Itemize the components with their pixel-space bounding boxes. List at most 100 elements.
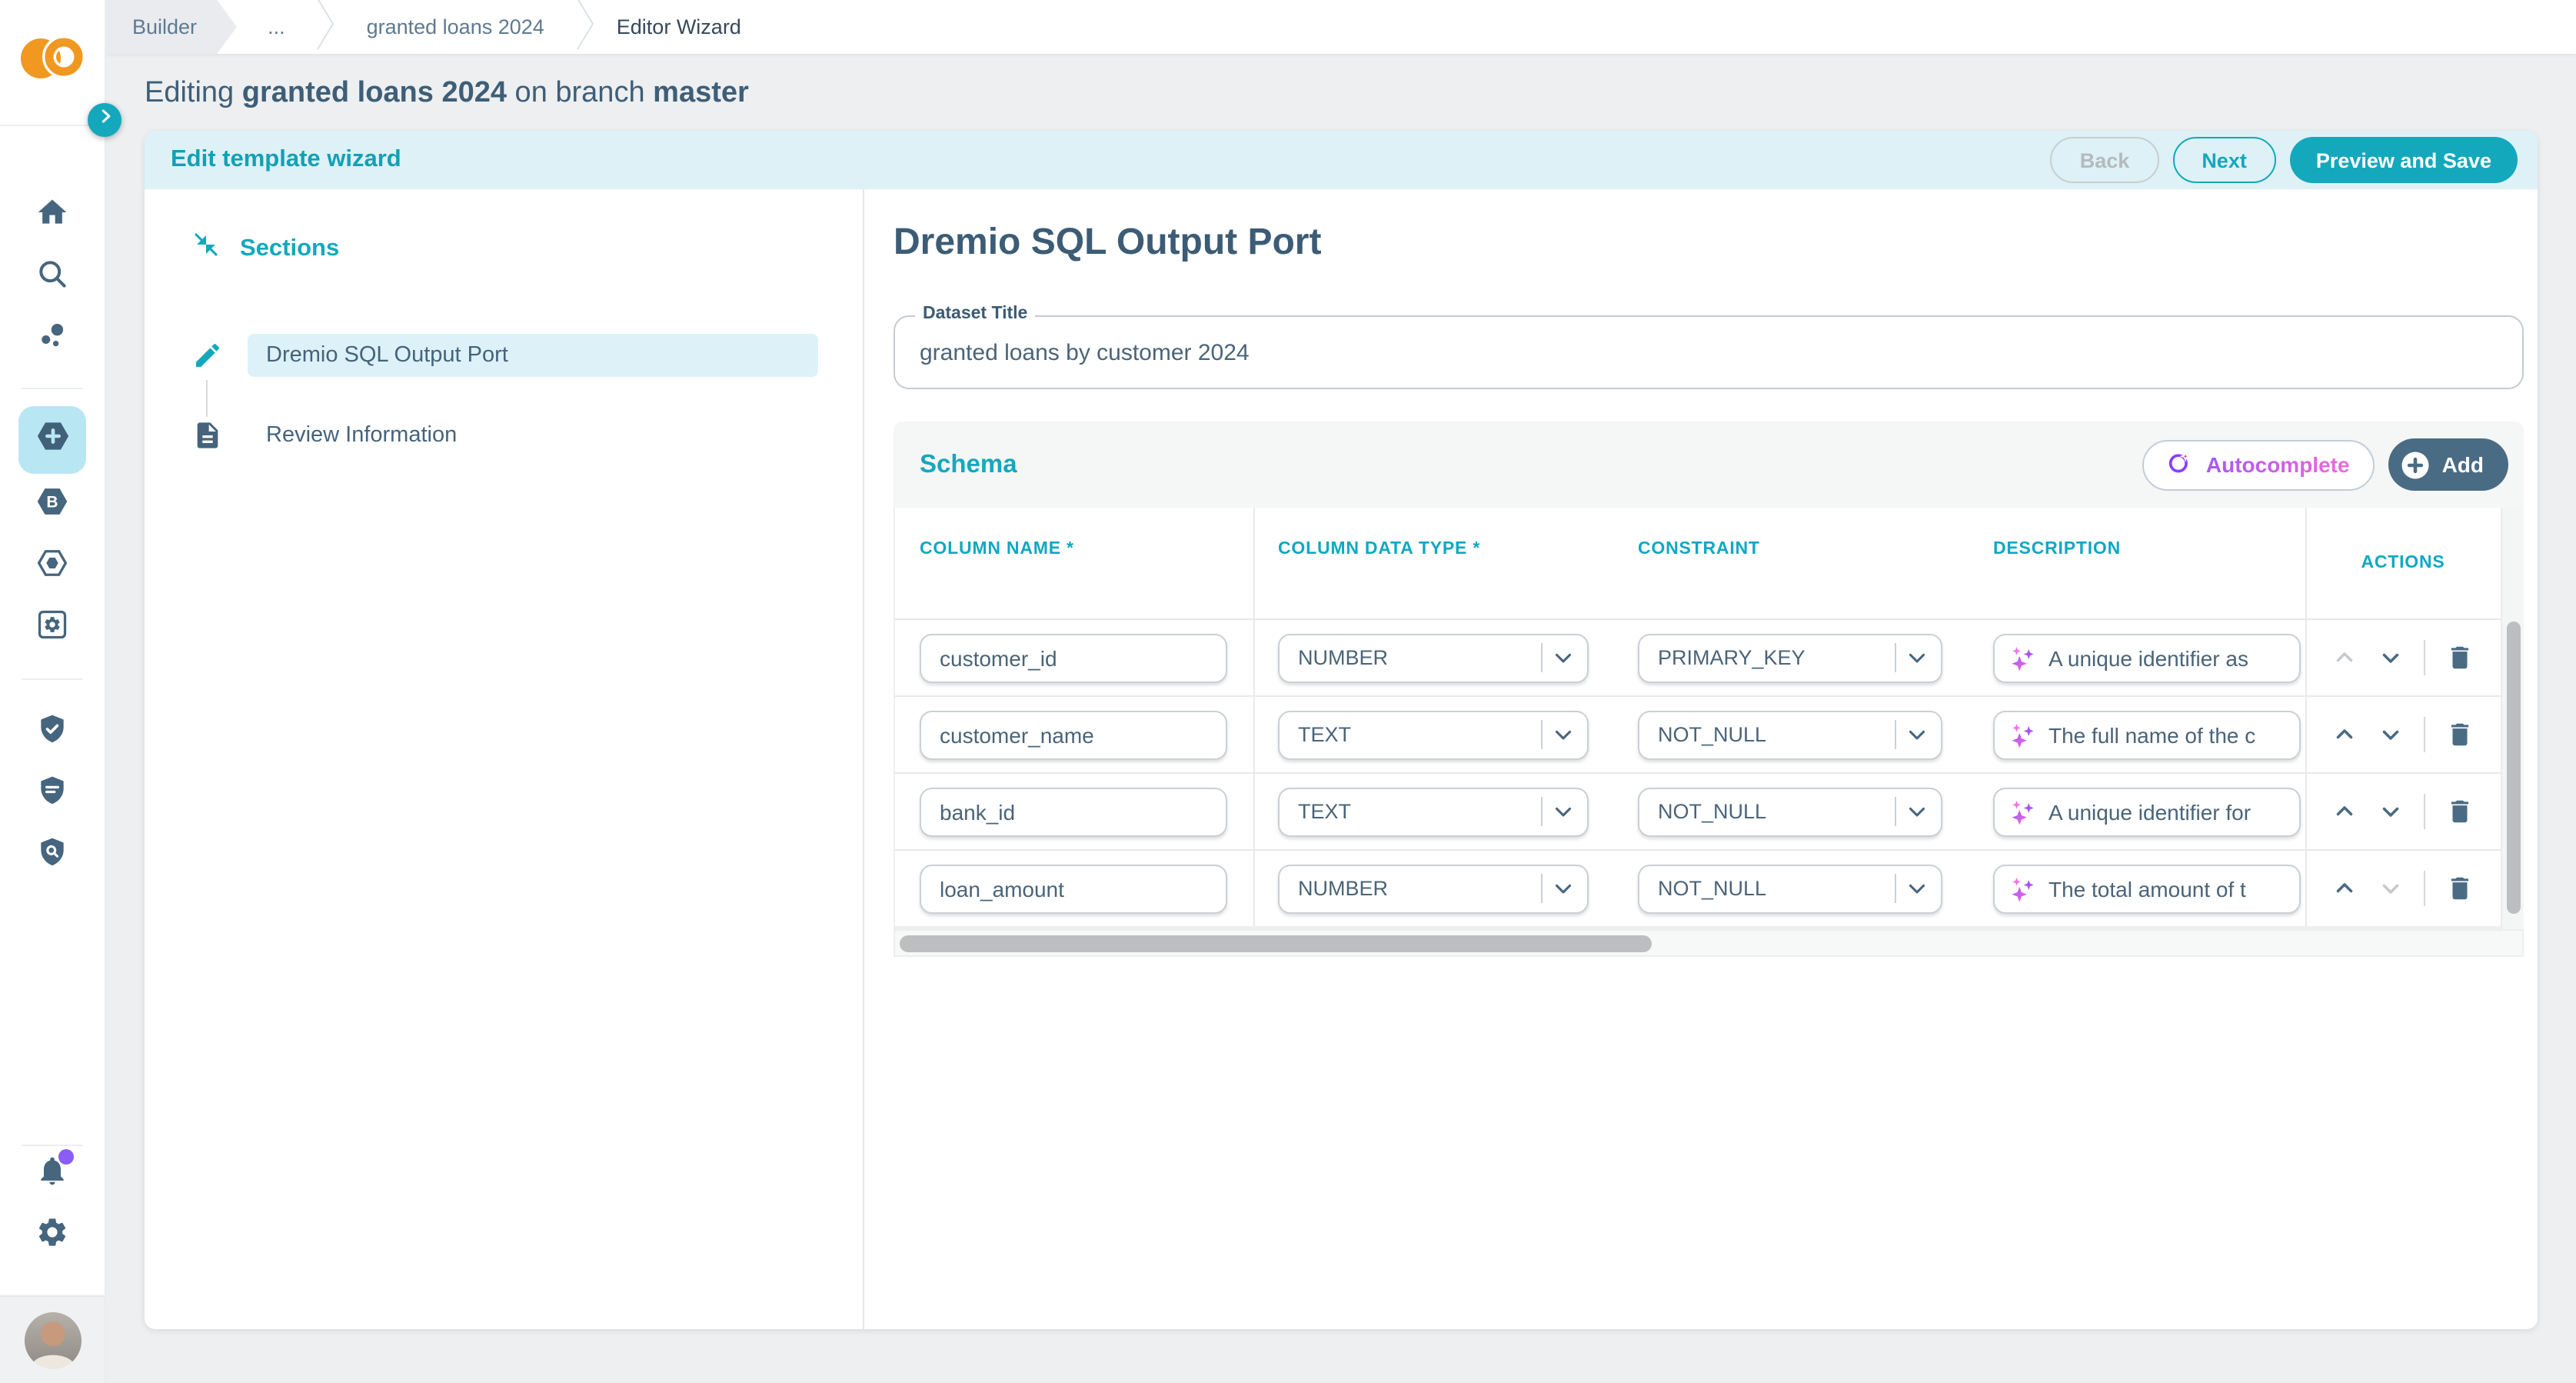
- move-up-button[interactable]: [2331, 875, 2358, 901]
- rail-divider: [22, 1145, 83, 1146]
- delete-row-button[interactable]: [2445, 797, 2474, 826]
- add-label: Add: [2442, 452, 2484, 477]
- column-name-input[interactable]: [921, 799, 1226, 824]
- preview-and-save-button[interactable]: Preview and Save: [2290, 137, 2518, 183]
- shield-policies-icon[interactable]: [35, 774, 69, 808]
- data-type-select[interactable]: TEXT: [1278, 787, 1589, 836]
- wizard-card: Edit template wizard Back Next Preview a…: [145, 131, 2538, 1329]
- delete-row-button[interactable]: [2445, 643, 2474, 672]
- data-type-select[interactable]: TEXT: [1278, 710, 1589, 759]
- settings-gear-icon[interactable]: [35, 1215, 69, 1249]
- expand-sidebar-button[interactable]: [88, 103, 121, 137]
- breadcrumb-item-builder[interactable]: Builder: [105, 0, 237, 54]
- move-down-button[interactable]: [2378, 798, 2404, 825]
- next-button[interactable]: Next: [2172, 137, 2276, 183]
- description-field[interactable]: A unique identifier for: [1993, 787, 2301, 836]
- breadcrumb-item-ellipsis[interactable]: ...: [237, 0, 316, 54]
- schema-row-customer-id: NUMBER PRIMARY_KEY A unique identifier a…: [895, 620, 2522, 697]
- section-item-review[interactable]: Review Information: [192, 420, 863, 451]
- witboost-logo[interactable]: [20, 34, 85, 83]
- rail-divider: [22, 678, 83, 680]
- breadcrumb-item-entity[interactable]: granted loans 2024: [336, 0, 575, 54]
- dataset-title-input[interactable]: [895, 317, 2522, 388]
- ai-sparkles-icon: [2009, 721, 2036, 748]
- svg-text:B: B: [46, 494, 58, 512]
- section-items: Dremio SQL Output Port Review Informatio…: [192, 334, 863, 451]
- constraint-select[interactable]: NOT_NULL: [1638, 864, 1942, 913]
- move-up-button[interactable]: [2331, 798, 2358, 825]
- add-column-button[interactable]: Add: [2388, 438, 2508, 491]
- home-icon[interactable]: [35, 195, 69, 229]
- breadcrumb-separator-icon: [316, 0, 336, 58]
- ai-sparkles-icon: [2009, 875, 2036, 902]
- column-name-input[interactable]: [921, 645, 1226, 670]
- user-avatar[interactable]: [24, 1312, 81, 1369]
- back-button: Back: [2051, 137, 2159, 183]
- main-area: Builder ... granted loans 2024 Editor Wi…: [105, 0, 2576, 1383]
- autocomplete-label: Autocomplete: [2206, 452, 2350, 477]
- hexagon-b-icon[interactable]: B: [35, 485, 69, 518]
- constraint-select[interactable]: NOT_NULL: [1638, 710, 1942, 759]
- chevron-right-icon: [95, 106, 115, 134]
- col-header-constraint: CONSTRAINT: [1638, 542, 1942, 559]
- column-name-input[interactable]: [921, 722, 1226, 747]
- hexagon-plus-icon: [35, 418, 70, 462]
- search-icon[interactable]: [35, 257, 69, 291]
- schema-actions: Autocomplete Add: [2143, 438, 2508, 491]
- square-gear-icon[interactable]: [35, 608, 69, 642]
- page-title: Editing granted loans 2024 on branch mas…: [145, 77, 2576, 111]
- plus-circle-icon: [2399, 448, 2431, 481]
- column-name-input[interactable]: [921, 876, 1226, 901]
- shield-check-icon[interactable]: [35, 712, 69, 746]
- description-field[interactable]: A unique identifier as: [1993, 633, 2301, 682]
- constraint-select[interactable]: PRIMARY_KEY: [1638, 633, 1942, 682]
- collapse-sections-icon[interactable]: [192, 231, 220, 266]
- breadcrumb-item-current: Editor Wizard: [595, 0, 763, 54]
- chevron-down-icon: [1904, 798, 1930, 825]
- schema-title: Schema: [920, 450, 1017, 479]
- description-field[interactable]: The total amount of t: [1993, 864, 2301, 913]
- shield-search-icon[interactable]: [35, 835, 69, 869]
- schema-table-header-row: COLUMN NAME * COLUMN DATA TYPE * CONSTRA…: [895, 508, 2522, 620]
- chevron-down-icon: [1904, 875, 1930, 901]
- move-down-button: [2378, 875, 2404, 901]
- pencil-icon: [192, 340, 223, 371]
- delete-row-button[interactable]: [2445, 874, 2474, 903]
- breadcrumb-label: Builder: [132, 15, 197, 38]
- move-down-button[interactable]: [2378, 721, 2404, 748]
- dataset-title-field: Dataset Title: [894, 315, 2524, 389]
- move-up-button: [2331, 645, 2358, 671]
- data-type-select[interactable]: NUMBER: [1278, 633, 1589, 682]
- data-type-select[interactable]: NUMBER: [1278, 864, 1589, 913]
- left-nav-rail: B: [0, 0, 105, 1383]
- schema-table: COLUMN NAME * COLUMN DATA TYPE * CONSTRA…: [894, 508, 2524, 929]
- wizard-actions: Back Next Preview and Save: [2051, 137, 2518, 183]
- sections-header: Sections: [192, 231, 863, 266]
- section-item-output-port[interactable]: Dremio SQL Output Port: [192, 334, 863, 377]
- constraint-select[interactable]: NOT_NULL: [1638, 787, 1942, 836]
- description-field[interactable]: The full name of the c: [1993, 710, 2301, 759]
- move-down-button[interactable]: [2378, 645, 2404, 671]
- delete-row-button[interactable]: [2445, 720, 2474, 749]
- vertical-scrollbar-thumb[interactable]: [2507, 622, 2521, 914]
- horizontal-scrollbar: [894, 929, 2524, 957]
- hexagon-outline-icon[interactable]: [35, 546, 69, 580]
- horizontal-scrollbar-thumb[interactable]: [900, 935, 1652, 952]
- dataset-title-label: Dataset Title: [915, 305, 1035, 323]
- move-up-button[interactable]: [2331, 721, 2358, 748]
- nav-builder-active[interactable]: [18, 406, 86, 474]
- col-header-actions: ACTIONS: [2361, 555, 2445, 573]
- col-header-description: DESCRIPTION: [1993, 542, 2301, 559]
- magic-circle-icon: [2168, 449, 2194, 480]
- chevron-down-icon: [1550, 798, 1576, 825]
- col-header-type: COLUMN DATA TYPE *: [1278, 542, 1589, 559]
- ai-sparkles-icon: [2009, 798, 2036, 825]
- breadcrumb-separator-icon: [575, 0, 595, 58]
- schema-header: Schema Autocomplete Add: [894, 422, 2524, 508]
- autocomplete-button[interactable]: Autocomplete: [2143, 439, 2375, 490]
- data-mesh-icon[interactable]: [35, 318, 69, 352]
- wizard-banner: Edit template wizard Back Next Preview a…: [145, 131, 2538, 189]
- chevron-down-icon: [1904, 721, 1930, 748]
- notification-badge: [58, 1149, 74, 1165]
- schema-row-loan-amount: NUMBER NOT_NULL The total amount of t: [895, 851, 2522, 928]
